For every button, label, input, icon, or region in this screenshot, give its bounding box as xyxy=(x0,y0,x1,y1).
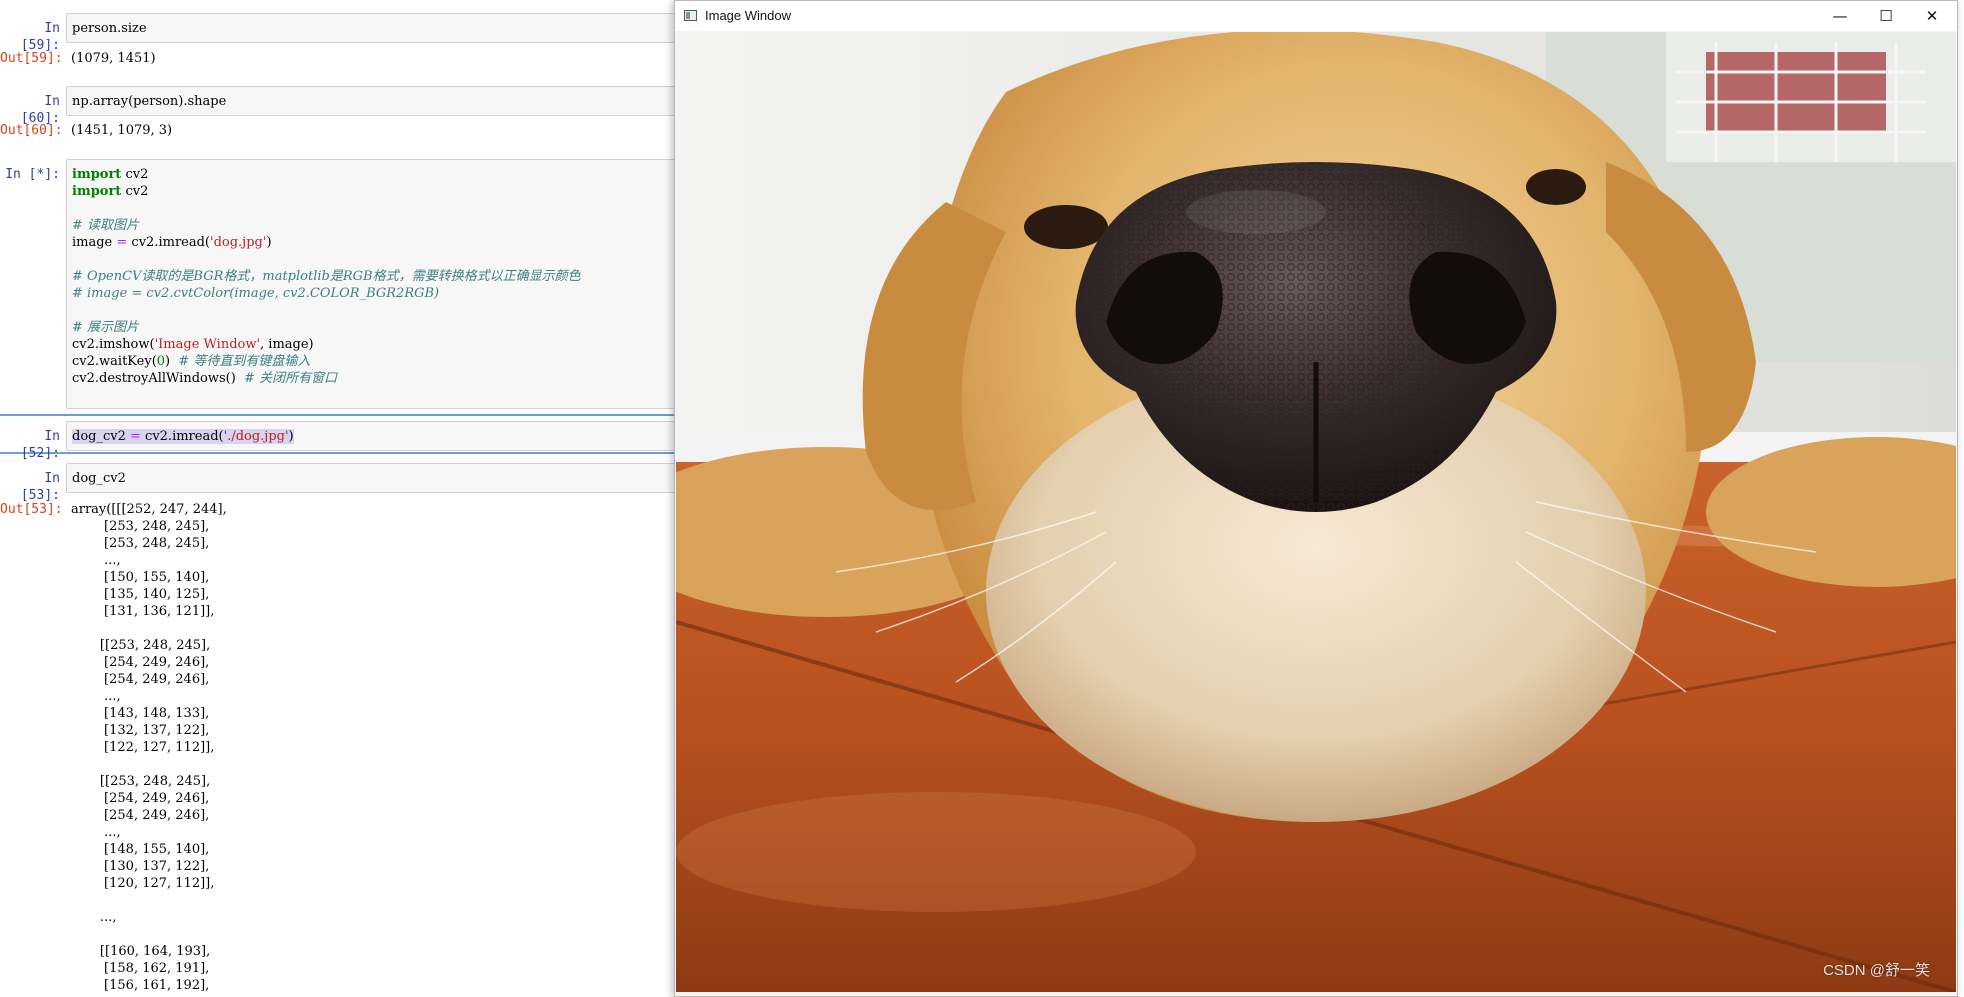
dog-nose-illustration xyxy=(676,32,1956,992)
string: 'Image Window' xyxy=(154,337,261,352)
window-title: Image Window xyxy=(705,8,791,23)
code-text: cv2.imshow( xyxy=(72,337,155,352)
selected-text: dog_cv2 = cv2.imread('./dog.jpg') xyxy=(72,429,294,444)
code-input[interactable]: import cv2 import cv2 # 读取图片 image = cv2… xyxy=(66,159,686,409)
code-input[interactable]: dog_cv2 xyxy=(66,463,686,493)
comment: # OpenCV读取的是BGR格式，matplotlib是RGB格式，需要转换格… xyxy=(72,269,581,284)
out-prompt: Out[59]: xyxy=(0,51,63,66)
out-prompt: Out[53]: xyxy=(0,502,63,517)
operator: = xyxy=(130,429,141,444)
number: 0 xyxy=(156,354,166,369)
minimize-button[interactable]: — xyxy=(1817,1,1863,31)
window-titlebar[interactable]: Image Window — ☐ ✕ xyxy=(675,1,1957,31)
comment: # 读取图片 xyxy=(72,218,140,233)
code-text: cv2.waitKey( xyxy=(72,354,157,369)
close-button[interactable]: ✕ xyxy=(1909,1,1955,31)
operator: = xyxy=(116,235,128,250)
cell-output: (1451, 1079, 3) xyxy=(71,123,173,138)
csdn-watermark: CSDN @舒一笑 xyxy=(1823,962,1930,979)
code-input[interactable]: np.array(person).shape xyxy=(66,86,686,116)
in-prompt: In [52]: xyxy=(20,429,60,461)
maximize-button[interactable]: ☐ xyxy=(1863,1,1909,31)
code-text: dog_cv2 xyxy=(72,429,130,444)
string: './dog.jpg' xyxy=(223,429,289,444)
code-text: cv2 xyxy=(121,184,149,199)
jupyter-notebook: In [59]: person.size Out[59]: (1079, 145… xyxy=(0,0,686,997)
in-prompt: In [*]: xyxy=(5,167,60,182)
window-app-icon xyxy=(684,10,697,21)
comment: # 展示图片 xyxy=(72,320,140,335)
keyword: import xyxy=(72,184,122,199)
code-text: ) xyxy=(266,235,272,250)
code-input[interactable]: dog_cv2 = cv2.imread('./dog.jpg') xyxy=(66,421,686,451)
code-text: cv2.imread( xyxy=(127,235,210,250)
maximize-icon: ☐ xyxy=(1879,7,1893,25)
code-text: image xyxy=(72,235,117,250)
string: 'dog.jpg' xyxy=(210,235,267,250)
code-input[interactable]: person.size xyxy=(66,13,686,43)
comment: # 关闭所有窗口 xyxy=(244,371,338,386)
code-text: ) xyxy=(165,354,179,369)
in-prompt: In [59]: xyxy=(20,21,60,53)
cell-output: (1079, 1451) xyxy=(71,51,156,66)
in-prompt: In [53]: xyxy=(20,471,60,503)
keyword: import xyxy=(72,167,122,182)
dog-image: CSDN @舒一笑 xyxy=(676,32,1956,992)
comment: # image = cv2.cvtColor(image, cv2.COLOR_… xyxy=(72,286,440,301)
code-text: , image) xyxy=(260,337,314,352)
close-icon: ✕ xyxy=(1925,7,1939,25)
code-text: cv2.destroyAllWindows() xyxy=(72,371,245,386)
code-text: cv2.imread( xyxy=(140,429,224,444)
out-prompt: Out[60]: xyxy=(0,123,63,138)
code-text: cv2 xyxy=(121,167,149,182)
array-output: array([[[252, 247, 244], [253, 248, 245]… xyxy=(71,502,227,993)
code-text: ) xyxy=(288,429,294,444)
image-window[interactable]: Image Window — ☐ ✕ CSDN @舒一笑 xyxy=(674,0,1958,997)
minimize-icon: — xyxy=(1832,7,1848,25)
comment: # 等待直到有键盘输入 xyxy=(178,354,311,369)
